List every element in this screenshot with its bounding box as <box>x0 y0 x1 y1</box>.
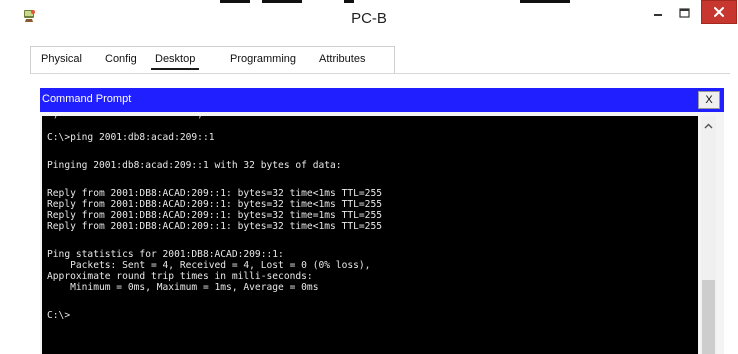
terminal-line: Reply from 2001:DB8:ACAD:209::1: bytes=3… <box>47 199 383 210</box>
command-prompt-panel: Command Prompt X `, - - - - - - - - - - … <box>40 88 724 354</box>
command-prompt-header: Command Prompt X <box>40 88 724 112</box>
maximize-button[interactable] <box>671 0 698 26</box>
title-bar-edge <box>344 0 354 3</box>
command-prompt-close-button[interactable]: X <box>698 91 720 109</box>
minimize-button[interactable] <box>644 0 671 26</box>
packet-tracer-window: PC-B Physical Config Desktop Programming… <box>0 0 738 354</box>
close-icon <box>714 7 724 17</box>
terminal-line: Ping statistics for 2001:DB8:ACAD:209::1… <box>47 249 284 260</box>
tab-programming[interactable]: Programming <box>230 53 296 65</box>
command-prompt-title: Command Prompt <box>42 93 132 105</box>
terminal-line: Packets: Sent = 4, Received = 4, Lost = … <box>47 260 371 271</box>
minimize-icon <box>653 14 662 16</box>
terminal-line: Reply from 2001:DB8:ACAD:209::1: bytes=3… <box>47 221 383 232</box>
terminal-line: Reply from 2001:DB8:ACAD:209::1: bytes=3… <box>47 210 383 221</box>
window-title: PC-B <box>351 10 387 27</box>
tab-physical[interactable]: Physical <box>41 53 82 65</box>
title-bar-edge <box>520 0 570 3</box>
terminal-line: C:\>ping 2001:db8:acad:209::1 <box>47 132 215 143</box>
terminal-output[interactable]: `, - - - - - - - - - - - , - - - - - C:\… <box>42 116 698 354</box>
scroll-up-arrow-icon <box>704 123 713 129</box>
title-bar-edge <box>220 0 250 3</box>
terminal-line: Pinging 2001:db8:acad:209::1 with 32 byt… <box>47 160 342 171</box>
terminal-line: Reply from 2001:DB8:ACAD:209::1: bytes=3… <box>47 188 383 199</box>
tab-desktop[interactable]: Desktop <box>151 53 200 70</box>
scroll-thumb[interactable] <box>702 280 715 354</box>
title-bar[interactable]: PC-B <box>0 0 738 34</box>
terminal-partial-line: `, - - - - - - - - - - - , - - - - - <box>47 116 278 120</box>
maximize-icon <box>679 8 690 18</box>
terminal-scrollbar[interactable] <box>701 116 716 354</box>
terminal-line: Approximate round trip times in milli-se… <box>47 271 313 282</box>
close-button[interactable] <box>701 0 737 24</box>
terminal-prompt: C:\> <box>47 310 71 321</box>
tab-divider <box>30 73 730 74</box>
device-tab-bar: Physical Config Desktop Programming Attr… <box>30 46 395 74</box>
scroll-up-button[interactable] <box>701 120 716 132</box>
terminal-line: Minimum = 0ms, Maximum = 1ms, Average = … <box>47 282 319 293</box>
title-bar-edge <box>262 0 302 3</box>
tab-config[interactable]: Config <box>105 53 137 65</box>
tab-attributes[interactable]: Attributes <box>319 53 365 65</box>
